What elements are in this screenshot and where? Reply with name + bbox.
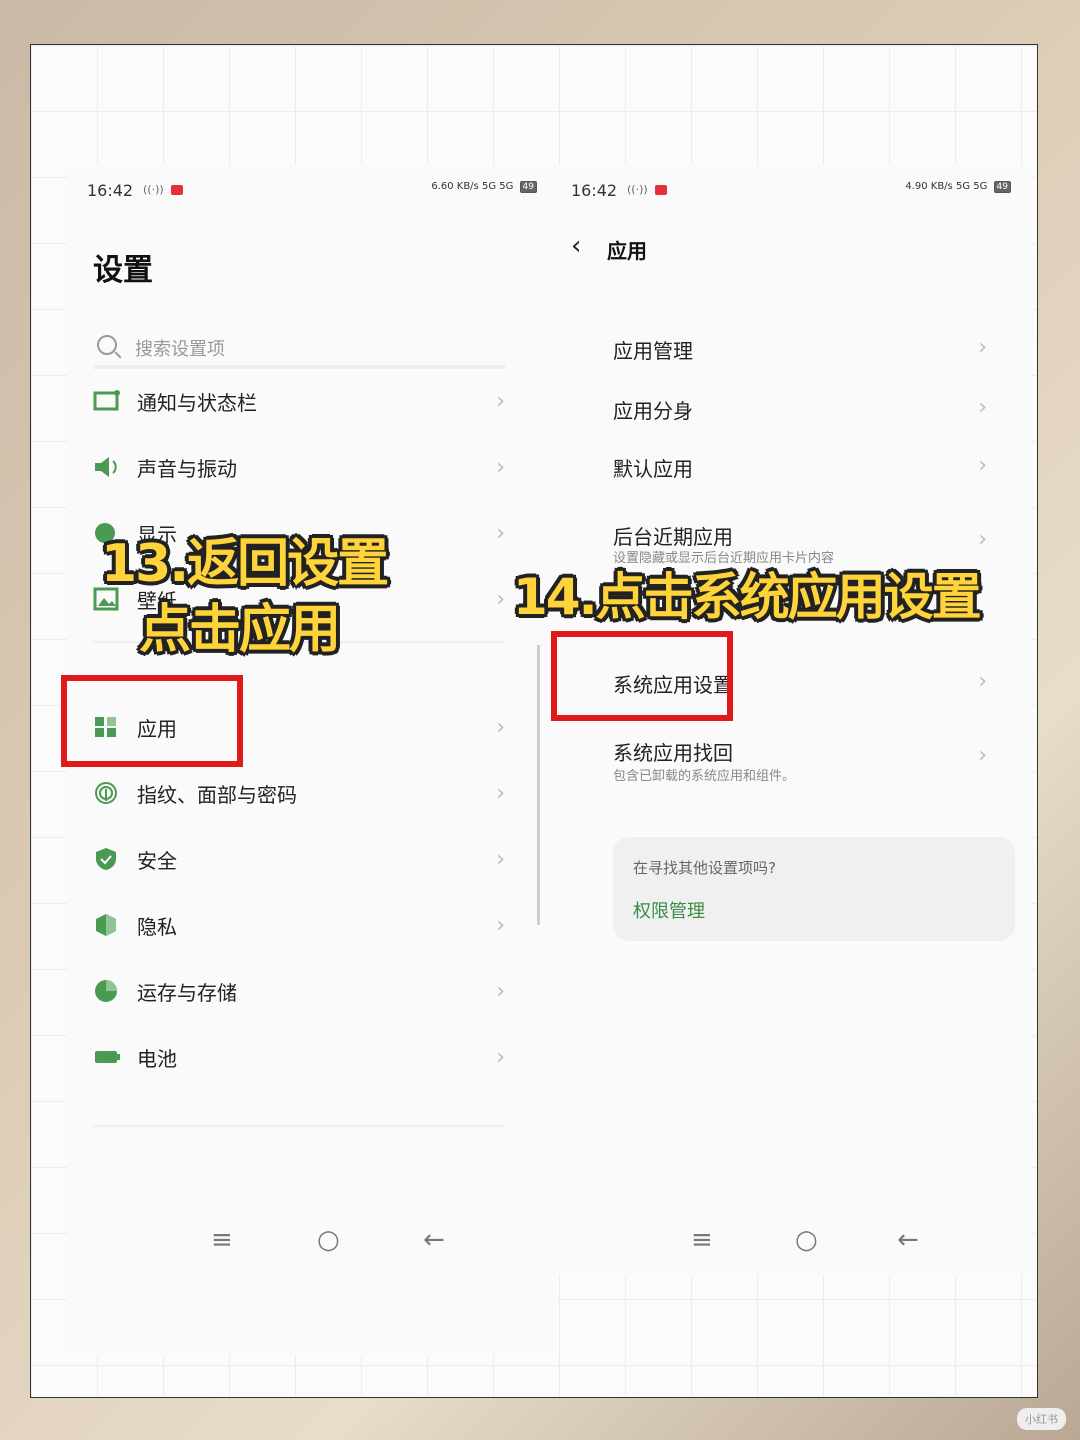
chevron-right-icon: ›	[978, 527, 987, 552]
record-icon	[171, 185, 184, 195]
chevron-right-icon: ›	[496, 455, 505, 480]
settings-item-sound[interactable]: 声音与振动 ›	[93, 439, 505, 499]
settings-item-label: 安全	[137, 849, 177, 873]
privacy-icon	[96, 914, 116, 936]
fingerprint-icon	[95, 782, 117, 804]
settings-item-notifications[interactable]: 通知与状态栏 ›	[93, 373, 505, 433]
status-bar: 16:42 ((·)) 6.60 KB/s 5G 5G 49	[87, 181, 537, 205]
divider	[93, 1125, 505, 1127]
status-right-icons: 6.60 KB/s 5G 5G 49	[431, 181, 537, 193]
back-icon[interactable]: ←	[897, 1225, 919, 1255]
chevron-right-icon: ›	[496, 521, 505, 546]
page-title: 设置	[93, 253, 153, 288]
shield-icon	[96, 848, 116, 870]
settings-item-security[interactable]: 安全 ›	[93, 831, 505, 891]
menu-icon[interactable]: ≡	[211, 1225, 233, 1255]
item-label: 后台近期应用	[613, 525, 733, 549]
battery-badge: 49	[993, 181, 1011, 193]
item-label: 系统应用找回	[613, 741, 733, 765]
chevron-right-icon: ›	[496, 1045, 505, 1070]
chevron-right-icon: ›	[978, 335, 987, 360]
navigation-bar: ≡ ○ ←	[551, 1225, 1031, 1265]
back-chevron-icon[interactable]: ‹	[571, 231, 581, 261]
suggestion-card: 在寻找其他设置项吗? 权限管理	[613, 837, 1015, 941]
settings-item-storage[interactable]: 运存与存储 ›	[93, 963, 505, 1023]
speed-text: 6.60 KB/s	[431, 181, 479, 192]
settings-item-battery[interactable]: 电池 ›	[93, 1029, 505, 1089]
home-icon[interactable]: ○	[317, 1225, 340, 1255]
status-left-icons: ((·))	[143, 183, 184, 196]
settings-item-label: 电池	[137, 1047, 177, 1071]
menu-icon[interactable]: ≡	[691, 1225, 713, 1255]
overlay-step13-line1: 13.返回设置	[101, 534, 389, 594]
storage-icon	[95, 980, 117, 1002]
overlay-step13-line2: 点击应用	[139, 600, 341, 660]
settings-item-label: 通知与状态栏	[137, 391, 257, 415]
chevron-right-icon: ›	[496, 715, 505, 740]
chevron-right-icon: ›	[496, 979, 505, 1004]
settings-item-label: 声音与振动	[137, 457, 237, 481]
settings-item-privacy[interactable]: 隐私 ›	[93, 897, 505, 957]
screenshot-frame: 16:42 ((·)) 6.60 KB/s 5G 5G 49 设置 搜索设置项 …	[30, 44, 1038, 1398]
status-time: 16:42	[571, 181, 618, 200]
scrollbar	[537, 645, 540, 925]
item-system-app-recovery[interactable]: 系统应用找回 包含已卸载的系统应用和组件。 ›	[577, 727, 987, 787]
search-placeholder: 搜索设置项	[135, 339, 225, 360]
navigation-bar: ≡ ○ ←	[67, 1225, 557, 1265]
chevron-right-icon: ›	[496, 913, 505, 938]
status-bar: 16:42 ((·)) 4.90 KB/s 5G 5G 49	[571, 181, 1011, 205]
settings-item-label: 运存与存储	[137, 981, 237, 1005]
status-right-icons: 4.90 KB/s 5G 5G 49	[905, 181, 1011, 193]
speaker-icon	[95, 457, 117, 477]
search-icon	[97, 335, 117, 355]
item-label: 应用分身	[613, 399, 693, 423]
item-label: 应用管理	[613, 339, 693, 363]
permission-management-link[interactable]: 权限管理	[633, 897, 705, 923]
battery-badge: 49	[519, 181, 537, 193]
overlay-step14: 14.点击系统应用设置	[513, 568, 982, 626]
signal-text: 5G 5G	[955, 181, 988, 192]
chevron-right-icon: ›	[978, 453, 987, 478]
settings-item-fingerprint[interactable]: 指纹、面部与密码 ›	[93, 765, 505, 825]
home-icon[interactable]: ○	[795, 1225, 818, 1255]
chevron-right-icon: ›	[496, 389, 505, 414]
status-left-icons: ((·))	[627, 183, 668, 196]
chevron-right-icon: ›	[978, 669, 987, 694]
watermark: 小红书	[1017, 1408, 1066, 1430]
page-title: 应用	[607, 239, 647, 263]
settings-item-label: 指纹、面部与密码	[137, 783, 297, 807]
chevron-right-icon: ›	[978, 395, 987, 420]
settings-item-label: 隐私	[137, 915, 177, 939]
status-time: 16:42	[87, 181, 134, 200]
chevron-right-icon: ›	[496, 847, 505, 872]
chevron-right-icon: ›	[978, 743, 987, 768]
speed-text: 4.90 KB/s	[905, 181, 953, 192]
signal-text: 5G 5G	[481, 181, 514, 192]
record-icon	[655, 185, 668, 195]
chevron-right-icon: ›	[496, 781, 505, 806]
battery-icon	[95, 1051, 120, 1063]
back-icon[interactable]: ←	[423, 1225, 445, 1255]
item-label: 默认应用	[613, 457, 693, 481]
search-input[interactable]: 搜索设置项	[93, 325, 505, 369]
item-app-management[interactable]: 应用管理 ›	[577, 325, 987, 385]
highlight-box-system-app-settings	[551, 631, 733, 721]
item-app-clone[interactable]: 应用分身 ›	[577, 385, 987, 445]
card-question: 在寻找其他设置项吗?	[633, 859, 776, 877]
item-default-apps[interactable]: 默认应用 ›	[577, 443, 987, 503]
item-sublabel: 包含已卸载的系统应用和组件。	[613, 769, 796, 784]
chevron-right-icon: ›	[496, 587, 505, 612]
notification-icon	[93, 390, 120, 411]
highlight-box-apps	[61, 675, 243, 767]
